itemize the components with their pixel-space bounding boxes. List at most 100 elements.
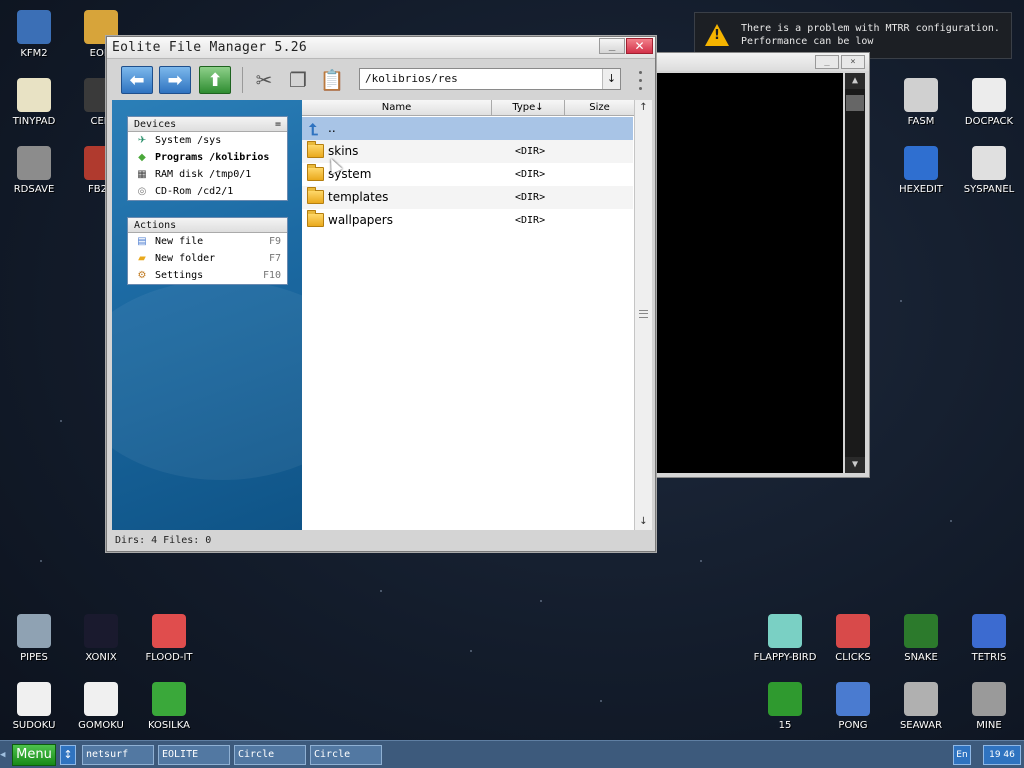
action-item[interactable]: ⚙ Settings F10 xyxy=(128,267,287,284)
scroll-down-icon[interactable]: ▼ xyxy=(845,457,865,473)
desktop-icon-label: RDSAVE xyxy=(13,184,55,195)
assembler-icon xyxy=(904,78,938,112)
taskbar-task-netsurf[interactable]: netsurf xyxy=(82,745,154,765)
devices-header[interactable]: Devices = xyxy=(128,117,287,132)
gomoku-game-icon xyxy=(84,682,118,716)
desktop-icon-pipes[interactable]: PIPES xyxy=(0,614,68,663)
desktop-icon-tetris[interactable]: TETRIS xyxy=(955,614,1023,663)
desktop-icon-mine[interactable]: MINE xyxy=(955,682,1023,731)
desktop-icon-pong[interactable]: PONG xyxy=(819,682,887,731)
action-label: New folder xyxy=(155,253,216,264)
desktop-icon-gomoku[interactable]: GOMOKU xyxy=(67,682,135,731)
path-history-dropdown[interactable]: ↓ xyxy=(602,69,620,89)
desktop-icon-flappy-bird[interactable]: FLAPPY-BIRD xyxy=(751,614,819,663)
device-item[interactable]: ◆ Programs /kolibrios xyxy=(128,149,287,166)
paste-button[interactable]: 📋 xyxy=(317,66,347,94)
circle-scrollbar[interactable]: ▲ ▼ xyxy=(845,73,865,473)
desktop-icon-kfm2[interactable]: KFM2 xyxy=(0,10,68,59)
programs-diamond-icon: ◆ xyxy=(138,152,146,163)
copy-button[interactable]: ❐ xyxy=(283,66,313,94)
path-input[interactable]: /kolibrios/res ↓ xyxy=(359,68,621,90)
desktop-icon-fasm[interactable]: FASM xyxy=(887,78,955,127)
new-file-icon: ▤ xyxy=(137,236,147,247)
star xyxy=(900,300,902,302)
seawar-game-icon xyxy=(904,682,938,716)
parent-directory-row[interactable]: ⮤.. xyxy=(302,117,633,140)
close-button[interactable]: ✕ xyxy=(626,38,653,54)
desktop-icon-15[interactable]: 15 xyxy=(751,682,819,731)
control-panel-icon xyxy=(972,146,1006,180)
desktop-icon-clicks[interactable]: CLICKS xyxy=(819,614,887,663)
parent-up-icon: ⮤ xyxy=(309,120,319,139)
menu-button[interactable]: Menu xyxy=(12,744,56,766)
scroll-up-icon[interactable]: ▲ xyxy=(845,73,865,89)
taskbar-task-circle[interactable]: Circle xyxy=(310,745,382,765)
clock[interactable]: 19 46 xyxy=(983,745,1021,765)
desktop-icon-docpack[interactable]: DOCPACK xyxy=(955,78,1023,127)
language-indicator[interactable]: En xyxy=(953,745,971,765)
window-switch-button[interactable]: ↕ xyxy=(60,745,76,765)
desktop-icon-seawar[interactable]: SEAWAR xyxy=(887,682,955,731)
action-shortcut: F7 xyxy=(268,253,281,264)
devices-header-label: Devices xyxy=(134,119,177,130)
scroll-up-icon[interactable]: ↑ xyxy=(635,100,652,116)
action-item[interactable]: ▤ New file F9 xyxy=(128,233,287,250)
save-disk-icon xyxy=(17,146,51,180)
up-button[interactable]: ⬆ xyxy=(199,66,231,94)
device-item[interactable]: ◎ CD-Rom /cd2/1 xyxy=(128,183,287,200)
taskbar-left-arrow-icon[interactable]: ◀ xyxy=(0,747,10,763)
copy-icon: ❐ xyxy=(289,68,307,92)
file-row[interactable]: wallpapers <DIR> xyxy=(302,209,633,232)
collapse-icon[interactable]: = xyxy=(275,117,281,132)
desktop-icon-xonix[interactable]: XONIX xyxy=(67,614,135,663)
file-row[interactable]: skins <DIR> xyxy=(302,140,633,163)
desktop-icon-label: SEAWAR xyxy=(899,720,943,731)
file-type: <DIR> xyxy=(515,215,546,226)
device-item[interactable]: ▦ RAM disk /tmp0/1 xyxy=(128,166,287,183)
circle-window-titlebar[interactable]: _ × xyxy=(653,53,869,71)
scroll-down-icon[interactable]: ↓ xyxy=(635,514,652,530)
minimize-button[interactable]: _ xyxy=(599,38,625,54)
circle-window[interactable]: _ × ▲ ▼ xyxy=(652,52,870,478)
device-item[interactable]: ✈ System /sys xyxy=(128,132,287,149)
star xyxy=(40,560,42,562)
file-row[interactable]: system <DIR> xyxy=(302,163,633,186)
desktop-icon-snake[interactable]: SNAKE xyxy=(887,614,955,663)
desktop-icon-tinypad[interactable]: TINYPAD xyxy=(0,78,68,127)
notification-line-1: There is a problem with MTRR configurati… xyxy=(741,23,1000,34)
forward-button[interactable]: ➡ xyxy=(159,66,191,94)
desktop-icon-syspanel[interactable]: SYSPANEL xyxy=(955,146,1023,195)
minesweeper-icon xyxy=(972,682,1006,716)
file-row[interactable]: templates <DIR> xyxy=(302,186,633,209)
taskbar-task-eolite[interactable]: EOLITE xyxy=(158,745,230,765)
column-size[interactable]: Size xyxy=(565,100,634,116)
scissors-icon: ✂ xyxy=(255,68,273,92)
desktop-icon-sudoku[interactable]: SUDOKU xyxy=(0,682,68,731)
star xyxy=(540,600,542,602)
scroll-thumb[interactable] xyxy=(846,95,864,111)
window-titlebar[interactable]: Eolite File Manager 5.26 _ ✕ xyxy=(107,37,655,59)
circle-close-button[interactable]: × xyxy=(841,55,865,69)
circle-minimize-button[interactable]: _ xyxy=(815,55,839,69)
folder-icon xyxy=(307,210,324,227)
eolite-window[interactable]: Eolite File Manager 5.26 _ ✕ ⬅ ➡ ⬆ ✂ ❐ 📋… xyxy=(106,36,656,552)
file-type: <DIR> xyxy=(515,192,546,203)
file-list[interactable]: Name Type↓ Size ⮤.. skins <DIR> system <DIR>… xyxy=(302,100,652,530)
clipboard-icon: 📋 xyxy=(319,68,345,92)
circle-canvas[interactable] xyxy=(657,73,843,473)
taskbar-task-circle[interactable]: Circle xyxy=(234,745,306,765)
desktop-icon-hexedit[interactable]: HEXEDIT xyxy=(887,146,955,195)
action-label: Settings xyxy=(155,270,204,281)
column-type[interactable]: Type↓ xyxy=(492,100,565,116)
desktop-icon-kosilka[interactable]: KOSILKA xyxy=(135,682,203,731)
back-button[interactable]: ⬅ xyxy=(121,66,153,94)
more-menu-button[interactable] xyxy=(635,68,645,92)
column-name[interactable]: Name xyxy=(302,100,492,116)
cut-button[interactable]: ✂ xyxy=(249,66,279,94)
desktop-icon-rdsave[interactable]: RDSAVE xyxy=(0,146,68,195)
desktop-icon-flood-it[interactable]: FLOOD-IT xyxy=(135,614,203,663)
scroll-grip-icon[interactable] xyxy=(639,310,648,318)
action-item[interactable]: ▰ New folder F7 xyxy=(128,250,287,267)
actions-list: ▤ New file F9 ▰ New folder F7 ⚙ Settings F10 xyxy=(128,233,287,284)
file-list-scrollbar[interactable]: ↑ ↓ xyxy=(634,100,652,530)
